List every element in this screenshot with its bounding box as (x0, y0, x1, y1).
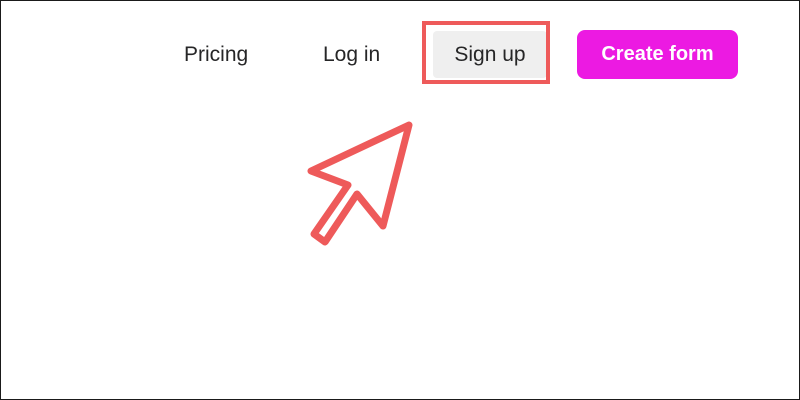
signup-highlight-box (422, 21, 550, 84)
nav-link-pricing[interactable]: Pricing (184, 37, 259, 73)
create-form-button[interactable]: Create form (577, 30, 738, 79)
screenshot-frame: Pricing Log in Sign up Create form (0, 0, 800, 400)
nav-link-login[interactable]: Log in (323, 37, 387, 73)
